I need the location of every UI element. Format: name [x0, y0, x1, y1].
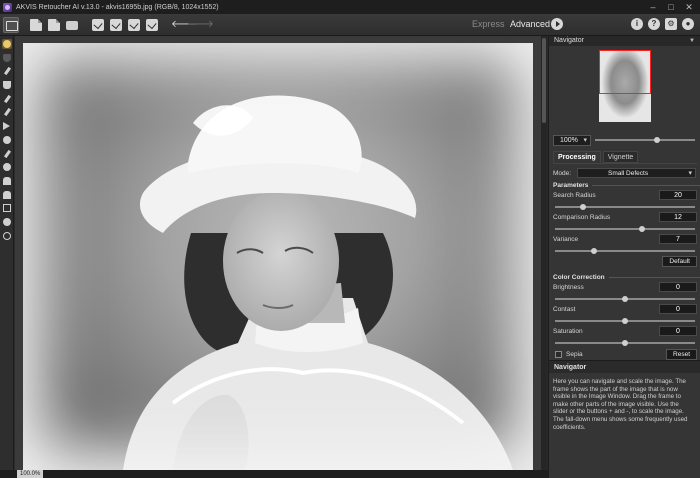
hand-icon[interactable]	[2, 217, 12, 227]
search-radius-field[interactable]: 20	[659, 190, 697, 200]
home-icon[interactable]	[3, 16, 19, 33]
navigator-frame[interactable]	[599, 50, 651, 94]
saturation-knob[interactable]	[622, 339, 628, 346]
parameters-heading: Parameters	[553, 182, 700, 189]
comparison-radius-label: Comparison Radius	[553, 214, 611, 221]
preset-apply-icon[interactable]	[110, 18, 122, 31]
help-panel-text: Here you can navigate and scale the imag…	[553, 378, 688, 431]
shield-icon[interactable]	[2, 53, 12, 63]
window-title: AKVIS Retoucher AI v.13.0 - akvis1695b.j…	[16, 3, 219, 11]
notifications-icon[interactable]: ●	[682, 18, 694, 30]
maximize-button[interactable]: □	[662, 0, 680, 14]
zoom-dropdown[interactable]: 100%	[553, 135, 591, 146]
crop-icon[interactable]	[2, 203, 12, 213]
contrast-knob[interactable]	[622, 317, 628, 324]
magic-wand-icon[interactable]	[2, 94, 12, 104]
saturation-slider[interactable]	[555, 339, 695, 346]
run-play-icon[interactable]	[551, 18, 563, 30]
tool-column	[0, 36, 14, 470]
redo-icon[interactable]: 🡒	[187, 19, 214, 31]
eraser-icon[interactable]	[2, 66, 12, 76]
preset-save-icon[interactable]	[128, 18, 140, 31]
variance-field[interactable]: 7	[659, 234, 697, 244]
brush-icon[interactable]	[2, 149, 12, 159]
lasso-icon[interactable]	[2, 121, 12, 131]
processing-settings: Mode: Small Defects Parameters Search Ra…	[553, 163, 700, 361]
minimize-button[interactable]: –	[644, 0, 662, 14]
info-icon[interactable]: i	[631, 18, 643, 30]
gear-icon[interactable]: ⚙	[665, 18, 677, 30]
bucket-icon[interactable]	[2, 80, 12, 90]
help-panel-title: Navigator	[549, 360, 700, 373]
brightness-field[interactable]: 0	[659, 282, 697, 292]
chain-icon[interactable]	[2, 135, 12, 145]
comparison-radius-slider[interactable]	[555, 225, 695, 232]
batch-icon[interactable]	[92, 18, 104, 31]
navigator-zoom-row: 100%	[553, 135, 697, 147]
zoom-slider[interactable]	[595, 136, 695, 143]
save-file-icon[interactable]	[48, 18, 60, 31]
navigator-title: Navigator	[554, 37, 584, 44]
variance-label: Variance	[553, 236, 579, 243]
zoom-slider-knob[interactable]	[654, 136, 660, 143]
scrollbar-thumb[interactable]	[542, 38, 546, 123]
clone-icon[interactable]	[2, 190, 12, 200]
reset-button[interactable]: Reset	[666, 349, 697, 360]
print-icon[interactable]	[66, 21, 78, 30]
brightness-label: Brightness	[553, 284, 584, 291]
mode-label: Mode:	[553, 170, 572, 177]
navigator-header[interactable]: Navigator ▼	[549, 36, 700, 46]
stamp-icon[interactable]	[2, 176, 12, 186]
zoom-readout: 100.0%	[17, 470, 44, 478]
mode-advanced-button[interactable]: Advanced	[510, 19, 550, 29]
contrast-field[interactable]: 0	[659, 304, 697, 314]
mode-dropdown[interactable]: Small Defects	[577, 168, 696, 178]
comparison-radius-knob[interactable]	[638, 225, 645, 232]
default-button[interactable]: Default	[662, 256, 697, 267]
open-file-icon[interactable]	[30, 18, 42, 31]
zoom-icon[interactable]	[2, 231, 12, 241]
search-radius-knob[interactable]	[580, 203, 586, 210]
status-bar: 100.0%	[0, 470, 548, 478]
close-button[interactable]: ✕	[680, 0, 698, 14]
tab-processing[interactable]: Processing	[553, 151, 601, 163]
healing-icon[interactable]	[2, 162, 12, 172]
saturation-field[interactable]: 0	[659, 326, 697, 336]
main-toolbar: 🡐 🡒 Express Advanced i ? ⚙ ●	[0, 14, 700, 36]
saturation-label: Saturation	[553, 328, 583, 335]
retouch-tool-icon[interactable]	[2, 39, 12, 49]
contrast-label: Contast	[553, 306, 576, 313]
preset-load-icon[interactable]	[146, 18, 158, 31]
vertical-scrollbar[interactable]	[541, 36, 547, 470]
title-bar: AKVIS Retoucher AI v.13.0 - akvis1695b.j…	[0, 0, 700, 14]
comparison-radius-field[interactable]: 12	[659, 212, 697, 222]
app-logo-icon	[3, 2, 12, 12]
contrast-slider[interactable]	[555, 317, 695, 324]
variance-knob[interactable]	[591, 247, 598, 254]
sepia-label: Sepia	[566, 351, 583, 358]
mode-express-button[interactable]: Express	[472, 19, 505, 29]
pipette-icon[interactable]	[2, 107, 12, 117]
tab-vignette[interactable]: Vignette	[602, 151, 639, 163]
navigator-preview[interactable]	[599, 50, 651, 122]
brightness-slider[interactable]	[555, 295, 695, 302]
settings-panel: Navigator ▼ 100% Processing Vignette Mod…	[548, 36, 700, 478]
variance-slider[interactable]	[555, 247, 695, 254]
chevron-down-icon[interactable]: ▼	[689, 36, 695, 46]
portrait-photo	[23, 43, 533, 470]
image-window[interactable]	[15, 36, 541, 470]
help-icon[interactable]: ?	[648, 18, 660, 30]
search-radius-label: Search Radius	[553, 192, 596, 199]
search-radius-slider[interactable]	[555, 203, 695, 210]
sepia-checkbox[interactable]	[555, 351, 562, 358]
brightness-knob[interactable]	[622, 295, 628, 302]
undo-icon[interactable]: 🡐	[171, 19, 198, 31]
color-correction-heading: Color Correction	[553, 274, 700, 281]
